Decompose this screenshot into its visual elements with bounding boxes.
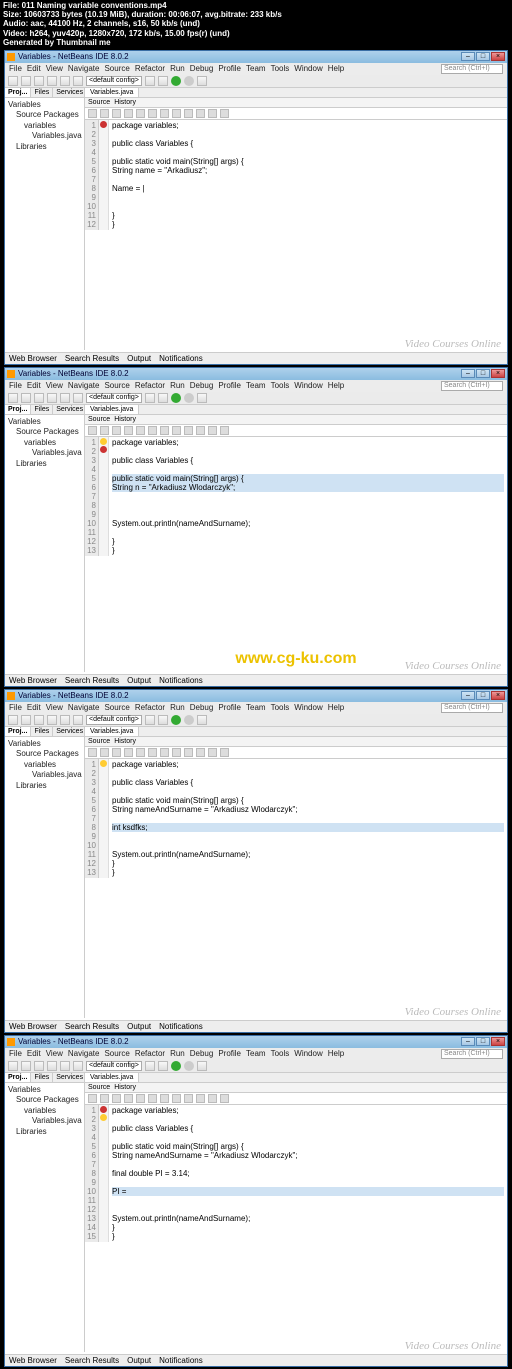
shift-right-button[interactable] [184,109,193,118]
warn-mark-icon [100,1114,107,1121]
menu-window[interactable]: Window [294,64,322,73]
next-bm-button[interactable] [148,109,157,118]
tab-files[interactable]: Files [31,88,53,97]
error-mark-icon [100,1106,107,1113]
window-title: Variables - NetBeans IDE 8.0.2 [18,52,458,61]
search-input[interactable]: Search (Ctrl+I) [441,64,503,74]
fwd-button[interactable] [100,109,109,118]
project-tree: Variables Source Packages variables Vari… [5,98,84,154]
menu-debug[interactable]: Debug [190,64,214,73]
toggle-bm-button[interactable] [160,109,169,118]
redo-button[interactable] [73,76,83,86]
new-project-button[interactable] [21,76,31,86]
netbeans-window: Variables - NetBeans IDE 8.0.2–□× FileEd… [4,367,508,687]
netbeans-window: Variables - NetBeans IDE 8.0.2–□× FileEd… [4,1035,508,1367]
find-sel-button[interactable] [124,109,133,118]
menu-file[interactable]: File [9,64,22,73]
tab-services[interactable]: Services [53,88,87,97]
video-metadata: File: 011 Naming variable conventions.mp… [0,0,512,48]
menu-edit[interactable]: Edit [27,64,41,73]
profile-button[interactable] [197,76,207,86]
prev-bm-button[interactable] [136,109,145,118]
save-button[interactable] [47,76,57,86]
project-panel: Proj... Files Services Variables Source … [5,88,85,350]
titlebar[interactable]: Variables - NetBeans IDE 8.0.2 – □ × [5,51,507,63]
shift-left-button[interactable] [172,109,181,118]
undo-button[interactable] [60,76,70,86]
run-button[interactable] [171,76,181,86]
minimize-button[interactable]: – [461,1037,475,1046]
menu-team[interactable]: Team [246,64,266,73]
new-file-button[interactable] [8,76,18,86]
editor-tab[interactable]: Variables.java [85,88,139,97]
minimize-button[interactable]: – [461,691,475,700]
main-toolbar: <default config> [5,75,507,88]
menu-refactor[interactable]: Refactor [135,64,165,73]
error-mark-icon [100,121,107,128]
menu-help[interactable]: Help [328,64,344,73]
config-combo[interactable]: <default config> [86,76,142,86]
netbeans-window: Variables - NetBeans IDE 8.0.2 – □ × Fil… [4,50,508,365]
back-button[interactable] [88,109,97,118]
open-button[interactable] [34,76,44,86]
watermark: Video Courses Online [5,338,507,352]
maximize-button[interactable]: □ [476,691,490,700]
close-button[interactable]: × [491,52,505,61]
status-web[interactable]: Web Browser [9,354,57,363]
menu-navigate[interactable]: Navigate [68,64,100,73]
warn-mark-icon [100,438,107,445]
status-output[interactable]: Output [127,354,151,363]
tree-file[interactable]: Variables.java [8,131,81,141]
debug-button[interactable] [184,76,194,86]
marker-col [99,120,109,230]
build-button[interactable] [145,76,155,86]
netbeans-window: Variables - NetBeans IDE 8.0.2–□× FileEd… [4,689,508,1033]
maximize-button[interactable]: □ [476,1037,490,1046]
menu-profile[interactable]: Profile [218,64,241,73]
comment-button[interactable] [208,109,217,118]
status-notifications[interactable]: Notifications [159,354,203,363]
line-gutter: 123456789101112 [85,120,99,230]
close-button[interactable]: × [491,369,505,378]
tree-project[interactable]: Variables [8,100,81,110]
app-icon [7,53,15,61]
clean-button[interactable] [158,76,168,86]
menu-tools[interactable]: Tools [271,64,290,73]
status-bar: Web Browser Search Results Output Notifi… [5,352,507,364]
editor-toolbar [85,108,507,120]
close-button[interactable]: × [491,1037,505,1046]
close-button[interactable]: × [491,691,505,700]
menu-view[interactable]: View [46,64,63,73]
menu-source[interactable]: Source [104,64,129,73]
minimize-button[interactable]: – [461,369,475,378]
error-mark-icon [100,446,107,453]
menubar: File Edit View Navigate Source Refactor … [5,63,507,75]
tab-projects[interactable]: Proj... [5,88,31,97]
maximize-button[interactable]: □ [476,52,490,61]
tab-history[interactable]: History [114,99,136,106]
status-search[interactable]: Search Results [65,354,119,363]
uncomment-button[interactable] [220,109,229,118]
tree-src[interactable]: Source Packages [8,110,81,120]
minimize-button[interactable]: – [461,52,475,61]
code-area[interactable]: package variables; public class Variable… [109,120,507,230]
maximize-button[interactable]: □ [476,369,490,378]
menu-run[interactable]: Run [170,64,185,73]
tree-lib[interactable]: Libraries [8,142,81,152]
macro-button[interactable] [196,109,205,118]
tree-pkg[interactable]: variables [8,121,81,131]
warn-mark-icon [100,760,107,767]
editor-panel: Variables.java Source History 1234567891… [85,88,507,350]
tab-source[interactable]: Source [88,99,110,106]
last-edit-button[interactable] [112,109,121,118]
